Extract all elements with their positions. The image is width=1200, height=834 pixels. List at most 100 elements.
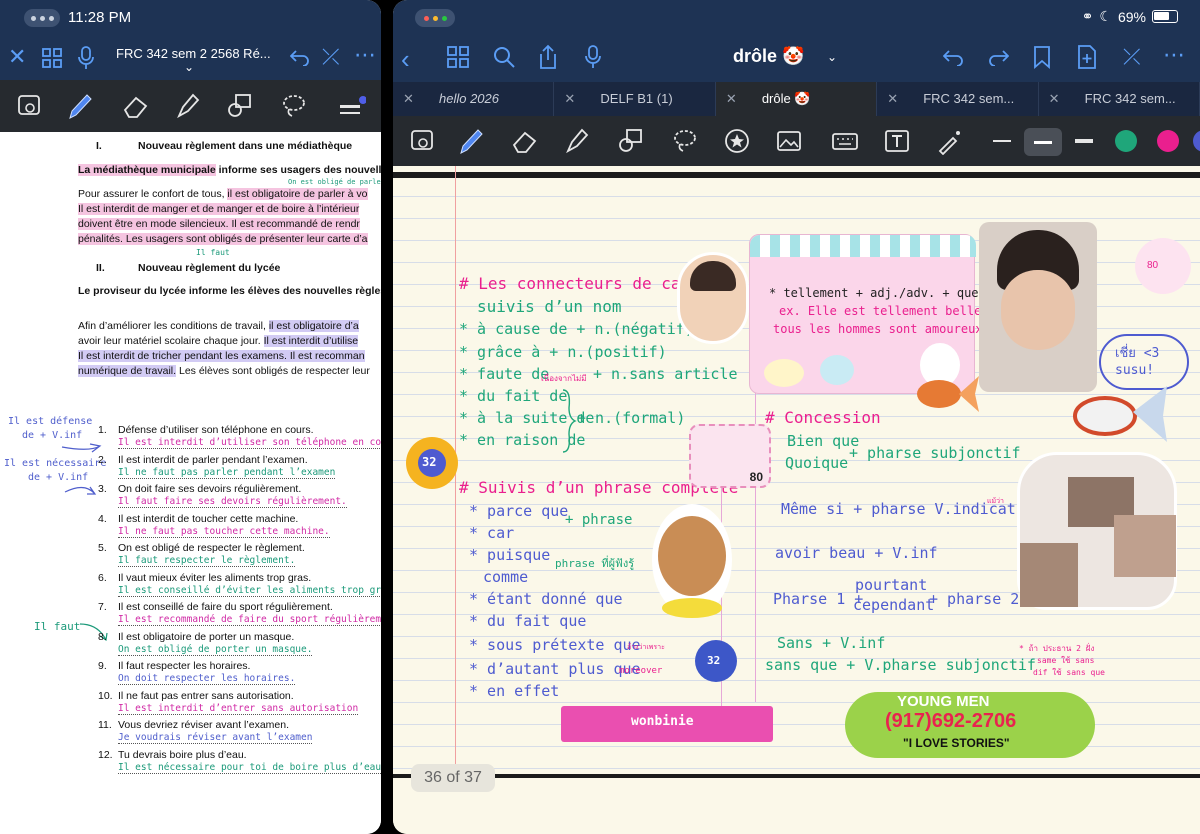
stroke-thin[interactable] bbox=[993, 140, 1011, 142]
tab-bar: ✕ hello 2026 ✕ DELF B1 (1) ✕ drôle 🤡 ✕ FRC 3… bbox=[393, 82, 1200, 116]
baby-photo-sticker[interactable] bbox=[677, 252, 749, 344]
close-tab-icon[interactable]: ✕ bbox=[564, 82, 575, 116]
exercise-number: 4. bbox=[98, 512, 107, 525]
pen-icon[interactable] bbox=[66, 92, 94, 120]
title-chevron-icon[interactable]: ⌄ bbox=[827, 50, 837, 64]
eraser-icon[interactable] bbox=[122, 92, 150, 120]
flower-number: 32 bbox=[422, 455, 437, 469]
paragraph-highlight: Il est recommandé de rendr bbox=[228, 218, 360, 230]
close-tab-icon[interactable]: ✕ bbox=[887, 82, 898, 116]
grid-icon[interactable] bbox=[447, 46, 469, 68]
color-swatch-pink[interactable] bbox=[1157, 130, 1179, 152]
ruled-line bbox=[393, 218, 1200, 219]
paragraph-text: Afin d’améliorer les conditions de trava… bbox=[78, 320, 269, 332]
color-swatch-blue[interactable] bbox=[1193, 130, 1200, 152]
note-line: + pharse 2 bbox=[929, 590, 1020, 608]
hand-photo-sticker[interactable] bbox=[1017, 452, 1177, 610]
note-line: + n.(formal) bbox=[577, 409, 686, 427]
lasso-icon[interactable] bbox=[280, 92, 308, 120]
note-line: sans que + V.pharse subjonctif bbox=[765, 656, 1036, 674]
tab-hello-2026[interactable]: ✕ hello 2026 bbox=[393, 82, 555, 116]
lasso-zoom-icon[interactable] bbox=[16, 92, 44, 120]
shapes-icon[interactable] bbox=[226, 92, 254, 120]
undo-icon[interactable] bbox=[943, 48, 965, 66]
lasso-zoom-icon[interactable] bbox=[409, 127, 437, 155]
photo-sticker-boy[interactable] bbox=[979, 222, 1097, 392]
handwritten-answer: Il est interdit d’entrer sans autorisati… bbox=[118, 702, 359, 715]
paragraph-text: Le proviseur du lycée informe les élèves… bbox=[78, 285, 381, 297]
moon-icon: ☾ bbox=[1099, 8, 1112, 24]
share-icon[interactable] bbox=[537, 44, 559, 70]
highlighter-icon[interactable] bbox=[563, 127, 591, 155]
left-toolbar bbox=[0, 80, 381, 132]
redo-icon[interactable] bbox=[987, 48, 1009, 66]
lasso-icon[interactable] bbox=[671, 127, 699, 155]
notebook-title[interactable]: drôle 🤡 bbox=[733, 46, 804, 67]
goldfish-sticker[interactable] bbox=[909, 366, 981, 422]
image-icon[interactable] bbox=[775, 127, 803, 155]
close-tab-icon[interactable]: ✕ bbox=[403, 82, 414, 116]
stroke-width-icon[interactable] bbox=[338, 92, 366, 120]
eraser-icon[interactable] bbox=[511, 127, 539, 155]
add-page-icon[interactable] bbox=[1077, 44, 1097, 70]
exercise-number: 10. bbox=[98, 689, 113, 702]
exercise-number: 1. bbox=[98, 424, 107, 436]
color-swatch-green[interactable] bbox=[1115, 130, 1137, 152]
close-icon[interactable]: ✕ bbox=[8, 46, 26, 68]
window-controls[interactable] bbox=[415, 9, 455, 27]
laser-pointer-icon[interactable] bbox=[935, 127, 963, 155]
exercise-sentence: Tu devrais boire plus d’eau. bbox=[118, 748, 247, 761]
text-box-icon[interactable] bbox=[883, 127, 911, 155]
undo-icon[interactable] bbox=[290, 48, 310, 66]
exercise-number: 6. bbox=[98, 571, 107, 584]
stroke-medium-selected[interactable] bbox=[1024, 128, 1062, 156]
close-tool-icon[interactable]: ⤫ bbox=[322, 46, 340, 68]
close-tool-icon[interactable]: ⤫ bbox=[1123, 44, 1141, 70]
tab-drole[interactable]: ✕ drôle 🤡 bbox=[715, 82, 878, 116]
stroke-thick[interactable] bbox=[1075, 139, 1093, 143]
handwritten-answer: Il est recommandé de faire du sport régu… bbox=[118, 614, 381, 626]
highlighter-icon[interactable] bbox=[174, 92, 202, 120]
title-chevron-icon[interactable]: ⌄ bbox=[184, 60, 194, 74]
search-icon[interactable] bbox=[493, 46, 515, 68]
microphone-icon[interactable] bbox=[585, 45, 601, 69]
exercise-number: 5. bbox=[98, 542, 107, 554]
document-title[interactable]: FRC 342 sem 2 2568 Ré... bbox=[116, 46, 271, 61]
shapes-icon[interactable] bbox=[617, 127, 645, 155]
pen-icon[interactable] bbox=[457, 127, 485, 155]
note-line: comme bbox=[483, 568, 529, 586]
multitask-dots[interactable] bbox=[24, 9, 60, 27]
pdf-page[interactable]: I. Nouveau règlement dans une médiathèqu… bbox=[0, 132, 381, 834]
link-icon: ⚭ bbox=[1081, 8, 1094, 24]
page-top-edge bbox=[393, 172, 1200, 178]
microphone-icon[interactable] bbox=[78, 46, 94, 70]
handwritten-answer: On doit respecter les horaires. bbox=[118, 673, 296, 685]
sticker-icon[interactable] bbox=[723, 127, 751, 155]
koi-sticker[interactable] bbox=[1063, 372, 1171, 448]
note-line: * parce que bbox=[469, 502, 569, 520]
tab-delf-b1[interactable]: ✕ DELF B1 (1) bbox=[554, 82, 716, 116]
tab-frc-342-a[interactable]: ✕ FRC 342 sem... bbox=[877, 82, 1039, 116]
tab-frc-342-b[interactable]: ✕ FRC 342 sem... bbox=[1039, 82, 1200, 116]
close-tab-icon[interactable]: ✕ bbox=[726, 82, 737, 116]
bookmark-icon[interactable] bbox=[1033, 45, 1051, 69]
hello-kitty-sticker[interactable]: 80 bbox=[1135, 238, 1191, 294]
clock: 11:28 PM bbox=[68, 9, 132, 26]
back-icon[interactable]: ‹ bbox=[401, 44, 410, 75]
grid-icon[interactable] bbox=[42, 48, 62, 68]
wonbinie-sticker[interactable]: wonbinie bbox=[561, 706, 773, 742]
paragraph-text: Les élèves sont obligés de respecter leu… bbox=[176, 365, 370, 377]
young-men-sticker[interactable]: YOUNG MEN (917)692-2706 "I LOVE STORIES" bbox=[845, 692, 1095, 758]
system-status: ⚭ ☾ 69% bbox=[1082, 8, 1178, 25]
note-annotation: อ้างว่าเพราะ bbox=[627, 643, 665, 651]
close-tab-icon[interactable]: ✕ bbox=[1049, 82, 1060, 116]
notebook-page[interactable]: 36 of 37 # Les connecteurs de cause suiv… bbox=[393, 166, 1200, 834]
note-line: pourtant bbox=[855, 576, 928, 594]
more-icon[interactable]: ⋯ bbox=[1163, 42, 1185, 68]
keyboard-icon[interactable] bbox=[831, 127, 859, 155]
cookie-character-sticker[interactable] bbox=[647, 500, 737, 624]
hello-kitty-stamp[interactable]: 80 bbox=[689, 424, 771, 488]
more-icon[interactable]: ⋯ bbox=[354, 44, 376, 66]
exercise-sentence: Il est obligatoire de porter un masque. bbox=[118, 630, 295, 643]
note-line: Quoique bbox=[785, 454, 849, 472]
